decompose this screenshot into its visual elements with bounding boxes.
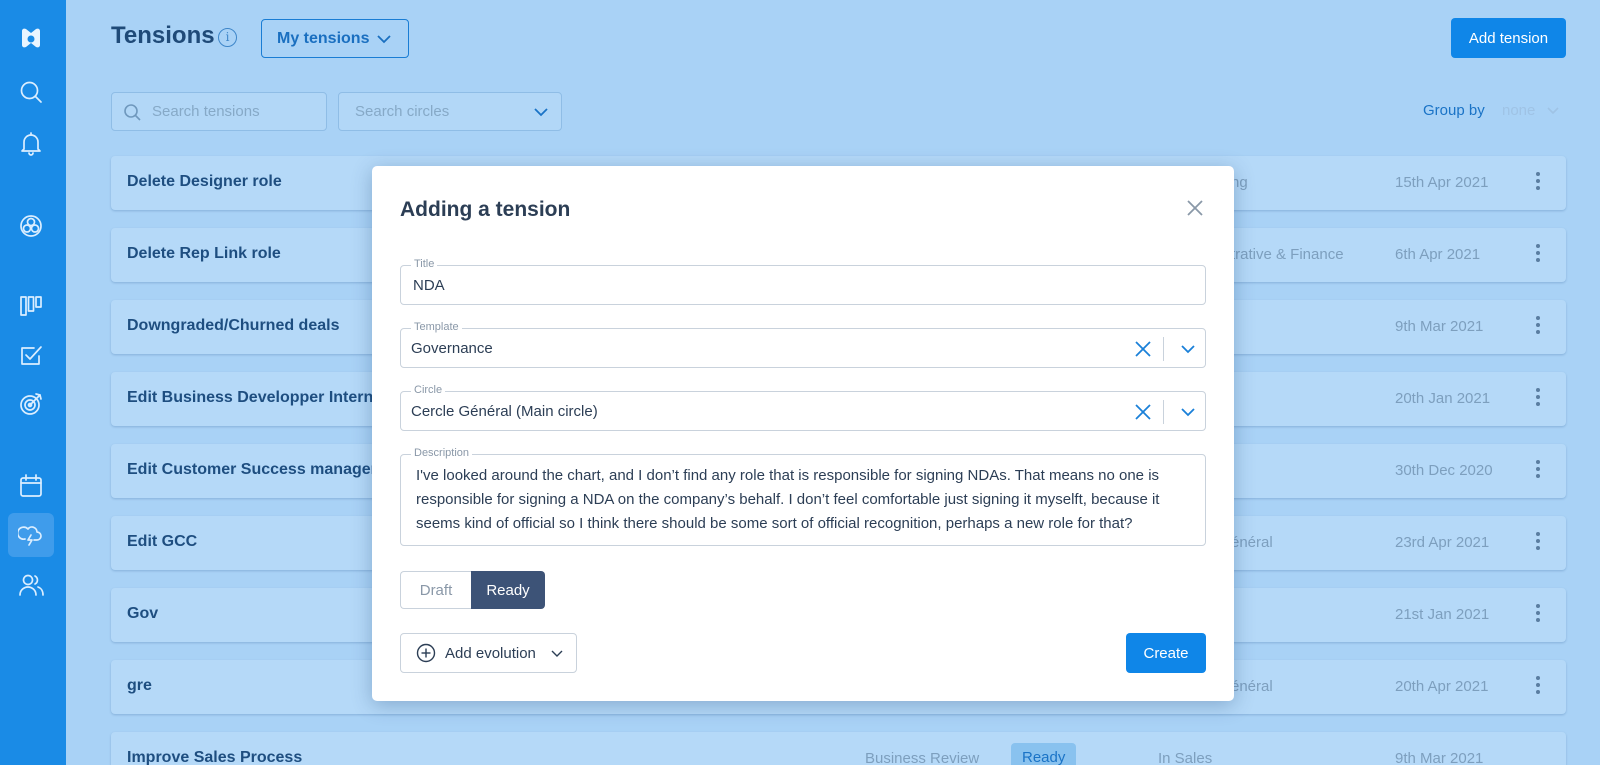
search-circles-select[interactable]: Search circles [338,92,562,131]
tension-row[interactable]: Improve Sales Process Business Review Re… [111,732,1566,765]
template-select-label: Template [411,321,462,333]
chevron-down-icon[interactable] [1546,106,1560,116]
info-icon[interactable]: i [218,28,237,47]
more-vertical-icon[interactable] [1535,676,1541,696]
modal-title: Adding a tension [400,198,571,221]
bell-icon[interactable] [8,122,54,166]
tension-title[interactable]: Edit Customer Success manager rol [127,461,402,479]
status-draft-button[interactable]: Draft [400,571,471,609]
title-field-label: Title [411,258,438,270]
tension-title[interactable]: Gov [127,605,158,623]
status-ready-button[interactable]: Ready [471,571,545,609]
title-field[interactable]: Title NDA [400,258,1206,305]
circle-select-label: Circle [411,384,446,396]
my-tensions-dropdown[interactable]: My tensions [261,19,409,58]
divider [1163,337,1164,361]
tension-title[interactable]: Edit GCC [127,533,197,551]
description-value[interactable]: I've looked around the chart, and I don’… [416,464,1186,536]
circle-select-value: Cercle Général (Main circle) [411,403,598,420]
more-vertical-icon[interactable] [1535,172,1541,192]
tension-date: 6th Apr 2021 [1395,246,1481,263]
page-title: Tensions [111,22,215,49]
tension-title[interactable]: Improve Sales Process [127,749,302,765]
tension-title[interactable]: Edit Business Developper Internatio [127,389,402,407]
checkbox-icon[interactable] [8,334,54,378]
divider [1163,400,1164,424]
tension-date: 9th Mar 2021 [1395,318,1484,335]
search-icon [124,104,141,121]
search-circles-placeholder: Search circles [355,103,450,120]
target-icon[interactable] [8,382,54,426]
chevron-down-icon[interactable] [1180,343,1196,355]
tension-type: Business Review [865,750,980,765]
add-tension-button[interactable]: Add tension [1451,18,1566,58]
tensions-icon[interactable] [8,513,54,557]
clear-template-icon[interactable] [1133,339,1153,359]
circle-select[interactable]: Circle Cercle Général (Main circle) [400,384,1206,431]
logo-icon[interactable] [8,16,54,60]
more-vertical-icon[interactable] [1535,460,1541,480]
tension-title[interactable]: gre [127,677,152,695]
more-vertical-icon[interactable] [1535,532,1541,552]
tension-circle: trative & Finance [1231,246,1344,263]
tension-circle: énéral [1231,534,1273,551]
my-tensions-label: My tensions [277,29,370,47]
chevron-down-icon[interactable] [1180,406,1196,418]
description-textarea[interactable]: Description I've looked around the chart… [400,447,1206,546]
group-by-value[interactable]: none [1502,102,1535,119]
calendar-icon[interactable] [8,464,54,508]
more-vertical-icon[interactable] [1535,604,1541,624]
template-select-value: Governance [411,340,493,357]
close-icon[interactable] [1185,198,1205,218]
template-select[interactable]: Template Governance [400,321,1206,368]
chevron-down-icon [534,108,548,117]
board-icon[interactable] [8,284,54,328]
tension-date: 21st Jan 2021 [1395,606,1490,623]
create-button[interactable]: Create [1126,633,1206,673]
tension-date: 9th Mar 2021 [1395,750,1484,765]
plus-circle-icon [416,643,436,663]
add-evolution-label: Add evolution [445,644,536,662]
search-icon[interactable] [8,70,54,114]
chevron-down-icon [551,650,563,657]
clear-circle-icon[interactable] [1133,402,1153,422]
add-evolution-button[interactable]: Add evolution [400,633,577,673]
description-label: Description [411,447,473,459]
tension-circle: énéral [1231,678,1273,695]
circles-icon[interactable] [8,204,54,248]
tension-title[interactable]: Delete Rep Link role [127,245,281,263]
tension-date: 20th Jan 2021 [1395,390,1491,407]
tension-title[interactable]: Delete Designer role [127,173,282,191]
tension-date: 15th Apr 2021 [1395,174,1489,191]
users-icon[interactable] [8,563,54,607]
more-vertical-icon[interactable] [1535,388,1541,408]
more-vertical-icon[interactable] [1535,244,1541,264]
tension-date: 20th Apr 2021 [1395,678,1489,695]
add-tension-modal: Adding a tension Title NDA Template Gove… [372,166,1234,701]
search-tensions-placeholder: Search tensions [152,103,260,120]
chevron-down-icon [377,35,391,44]
tension-date: 23rd Apr 2021 [1395,534,1490,551]
status-badge: Ready [1011,743,1077,765]
search-tensions-input[interactable]: Search tensions [111,92,327,131]
status-toggle: Draft Ready [400,571,545,609]
tension-circle: In Sales [1158,750,1213,765]
sidebar [0,0,66,765]
tension-title[interactable]: Downgraded/Churned deals [127,317,339,335]
more-vertical-icon[interactable] [1535,316,1541,336]
group-by-label: Group by [1423,102,1485,119]
tension-date: 30th Dec 2020 [1395,462,1493,479]
title-field-value[interactable]: NDA [413,277,445,294]
